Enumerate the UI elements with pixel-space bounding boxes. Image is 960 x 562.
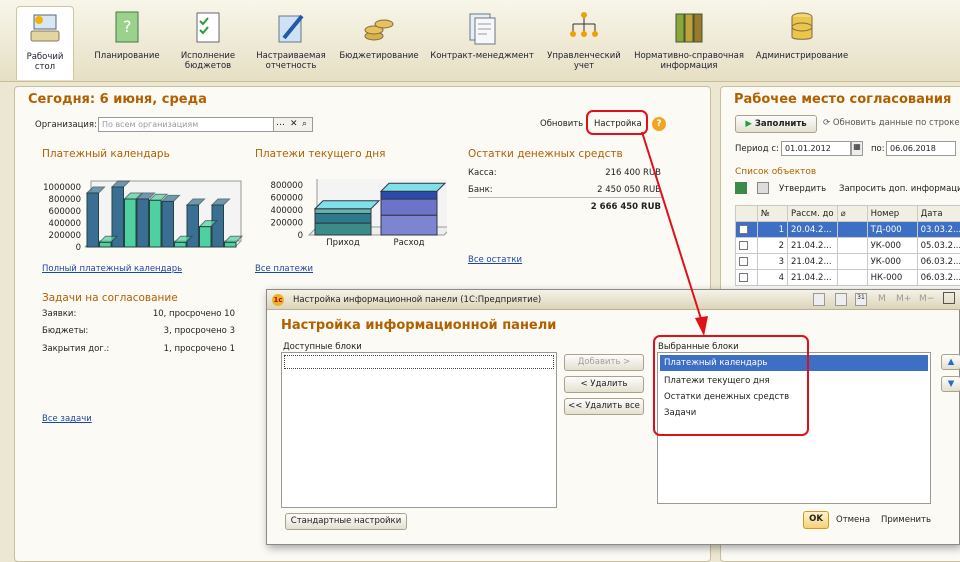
annotation-arrow-line: [641, 131, 703, 323]
annotation-arrow-head: [695, 316, 708, 336]
annotation-arrows: [641, 131, 708, 336]
